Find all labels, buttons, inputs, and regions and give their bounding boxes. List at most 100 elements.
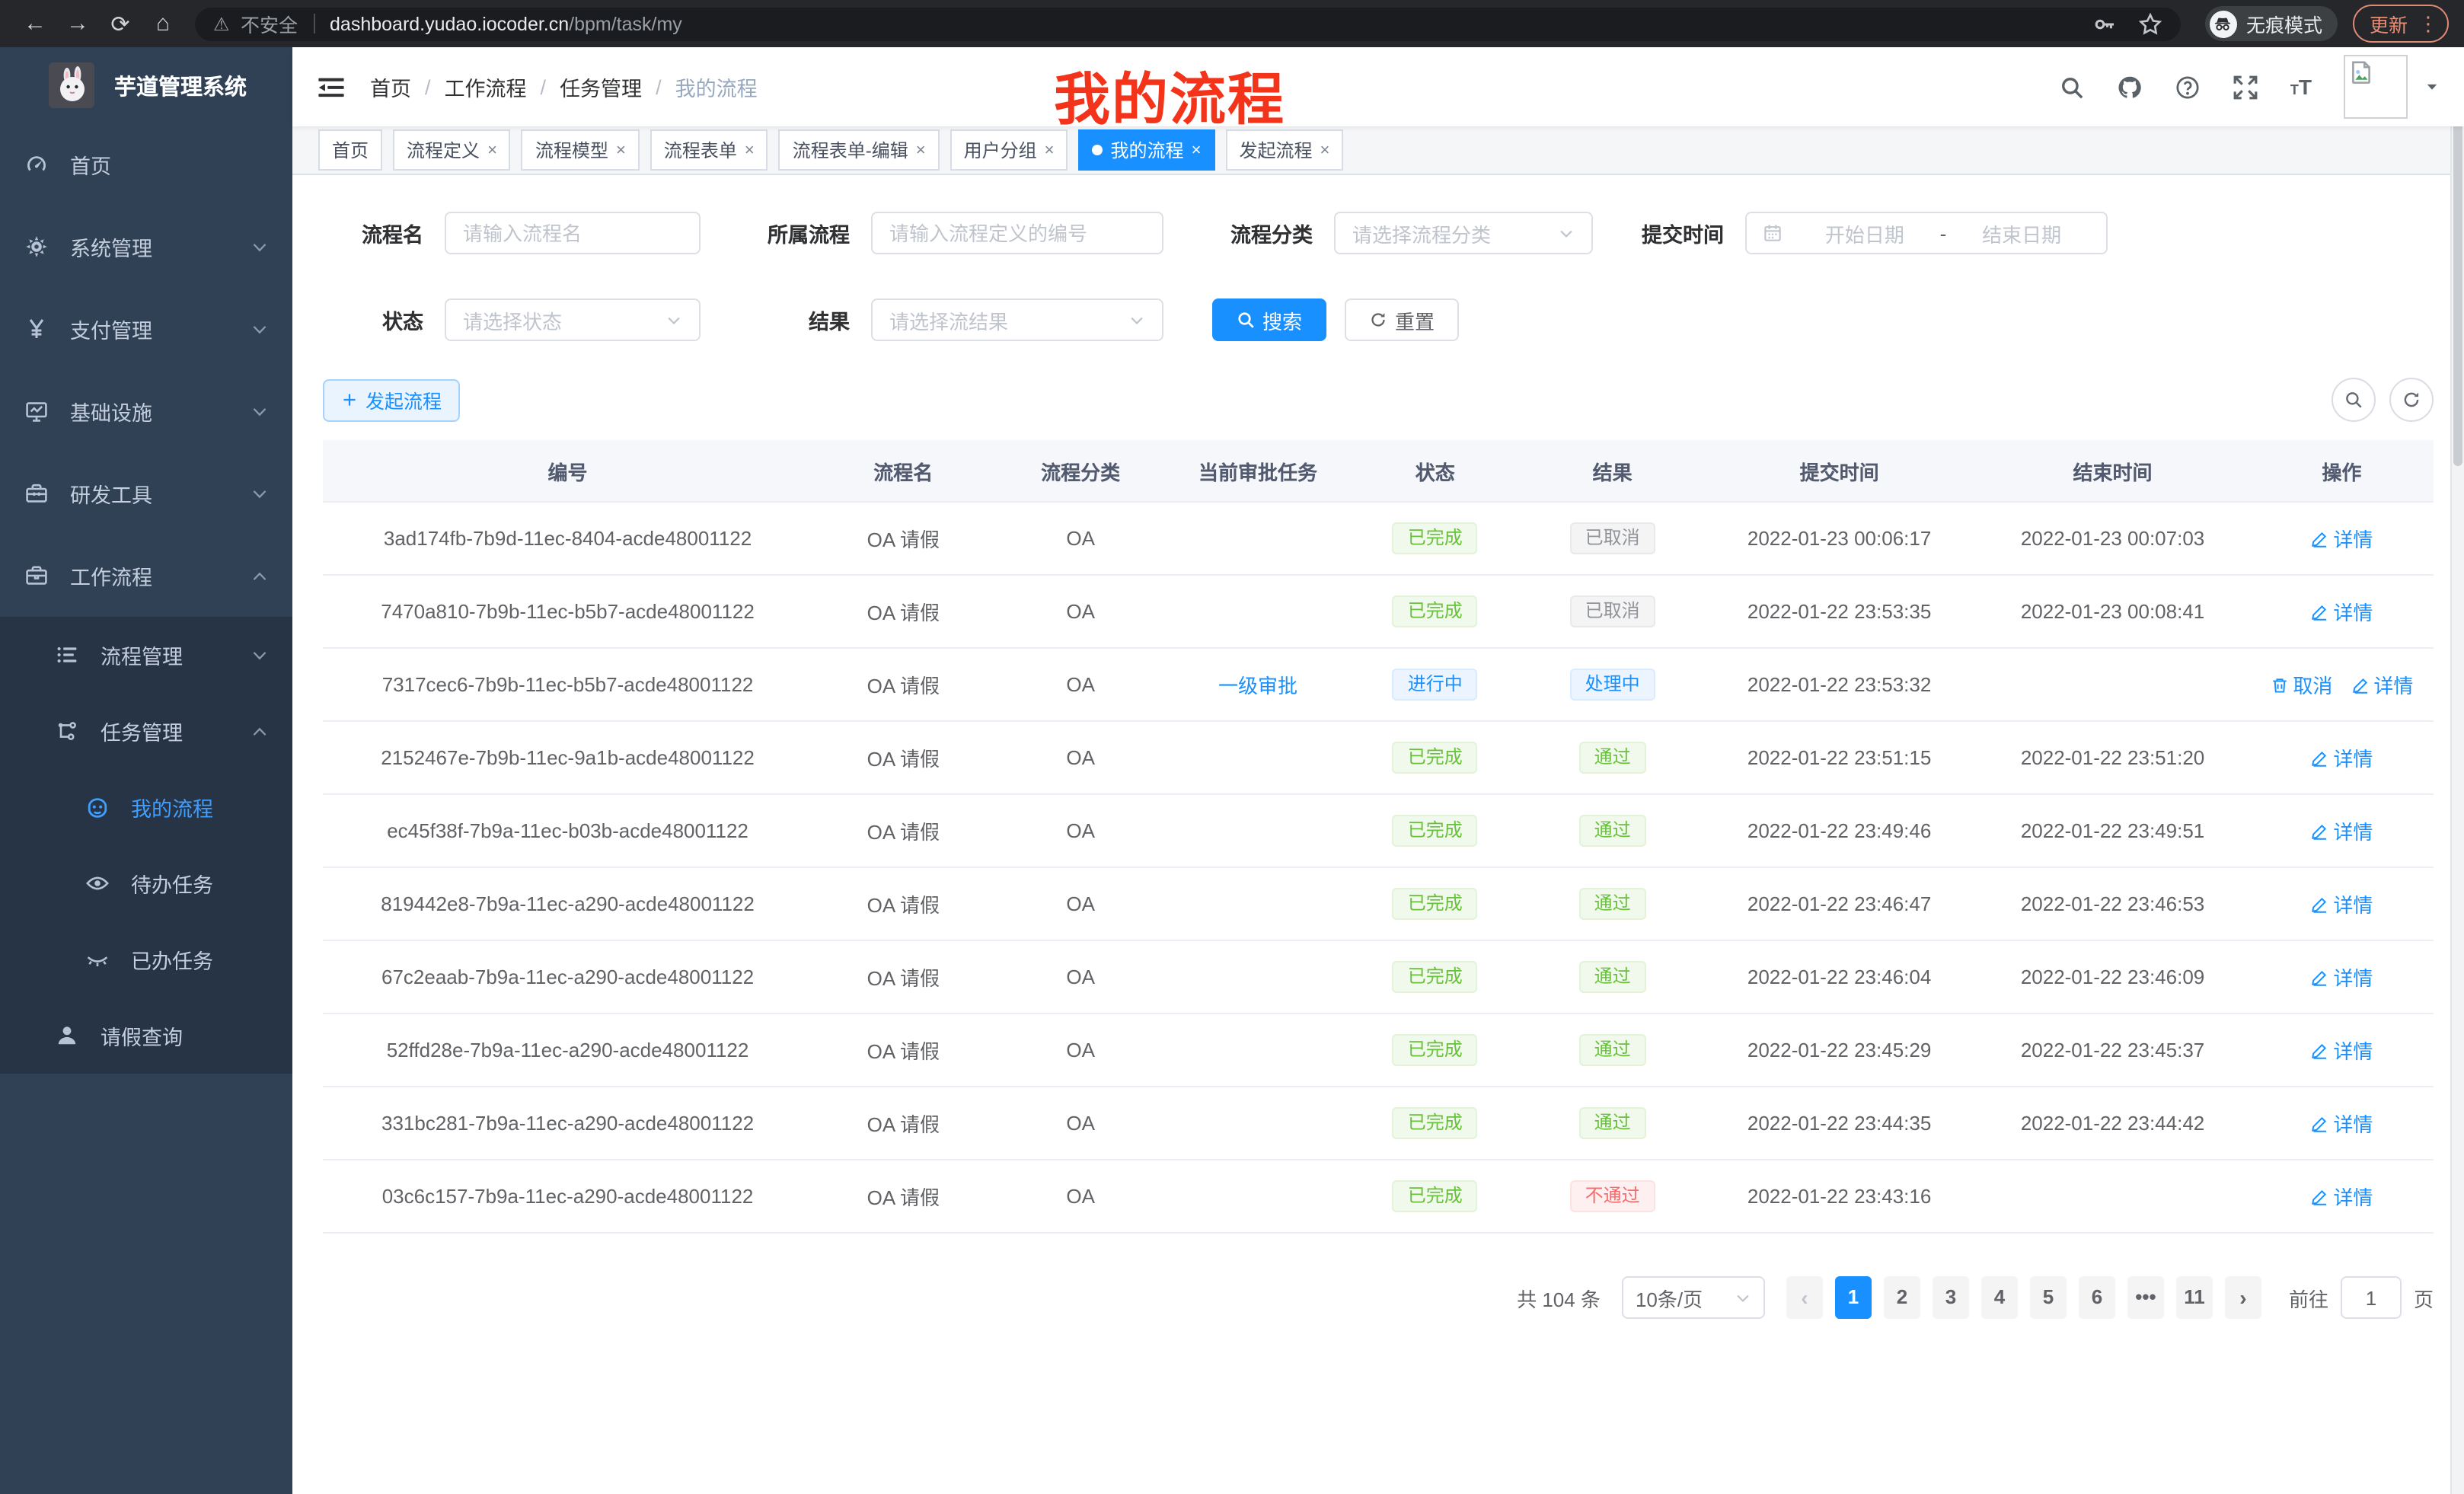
search-icon[interactable] [2059, 74, 2085, 100]
page-button-4[interactable]: 4 [1981, 1276, 2018, 1319]
goto-suffix: 页 [2414, 1283, 2434, 1312]
detail-link[interactable]: 详情 [2310, 743, 2373, 772]
close-icon[interactable]: × [745, 141, 755, 159]
sidebar-collapse-icon[interactable] [317, 72, 346, 101]
sidebar-item-my-process[interactable]: 我的流程 [0, 769, 292, 845]
detail-link[interactable]: 详情 [2310, 889, 2373, 918]
tab-start-process[interactable]: 发起流程 × [1225, 129, 1343, 171]
sidebar-item-home[interactable]: 首页 [0, 123, 292, 206]
close-icon[interactable]: × [616, 141, 626, 159]
tab-label: 我的流程 [1111, 137, 1184, 163]
github-icon[interactable] [2117, 74, 2143, 100]
tab-process-definition[interactable]: 流程定义× [393, 129, 511, 171]
detail-link[interactable]: 详情 [2351, 670, 2413, 699]
result-tag: 已取消 [1570, 522, 1655, 554]
browser-back-button[interactable]: ← [15, 4, 55, 43]
sidebar-item-done-tasks[interactable]: 已办任务 [0, 921, 292, 998]
chevron-down-icon[interactable] [2424, 79, 2440, 94]
tab-process-model[interactable]: 流程模型× [522, 129, 640, 171]
page-button-2[interactable]: 2 [1884, 1276, 1920, 1319]
chevron-down-icon [251, 403, 268, 420]
edit-icon [2310, 602, 2328, 621]
page-button-5[interactable]: 5 [2030, 1276, 2067, 1319]
page-button-6[interactable]: 6 [2079, 1276, 2115, 1319]
sidebar-item-payment[interactable]: 支付管理 [0, 288, 292, 370]
detail-link[interactable]: 详情 [2310, 524, 2373, 553]
show-search-button[interactable] [2332, 378, 2376, 422]
sidebar-item-label: 研发工具 [70, 478, 152, 509]
app-logo[interactable]: 芋道管理系统 [0, 47, 292, 123]
detail-link[interactable]: 详情 [2310, 816, 2373, 845]
fullscreen-icon[interactable] [2233, 74, 2258, 100]
tab-process-form-edit[interactable]: 流程表单-编辑× [779, 129, 940, 171]
breadcrumb-item[interactable]: 首页 [370, 72, 411, 102]
column-header: 流程名 [812, 440, 994, 502]
refresh-table-button[interactable] [2389, 378, 2434, 422]
tab-process-form[interactable]: 流程表单× [650, 129, 768, 171]
browser-reload-button[interactable]: ⟳ [101, 4, 140, 43]
close-icon[interactable]: × [1045, 141, 1055, 159]
yen-icon [24, 317, 49, 341]
detail-link[interactable]: 详情 [2310, 1036, 2373, 1065]
reset-button[interactable]: 重置 [1345, 298, 1459, 341]
tab-home[interactable]: 首页 [318, 129, 382, 171]
process-category-select[interactable]: 请选择流程分类 [1334, 212, 1593, 254]
detail-link[interactable]: 详情 [2310, 962, 2373, 991]
tab-my-process[interactable]: 我的流程 × [1079, 129, 1215, 171]
next-page-button[interactable]: › [2225, 1276, 2261, 1319]
cell-end-time [1975, 648, 2249, 721]
browser-forward-button[interactable]: → [58, 4, 97, 43]
sidebar-item-workflow[interactable]: 工作流程 [0, 535, 292, 617]
process-name-input[interactable] [445, 212, 701, 254]
page-button-3[interactable]: 3 [1933, 1276, 1969, 1319]
sidebar-item-dev-tools[interactable]: 研发工具 [0, 452, 292, 535]
start-process-button[interactable]: 发起流程 [323, 378, 460, 421]
avatar[interactable] [2344, 55, 2408, 119]
submit-time-range-picker[interactable]: 开始日期 - 结束日期 [1745, 212, 2108, 254]
sidebar-item-infrastructure[interactable]: 基础设施 [0, 370, 292, 452]
close-icon[interactable]: × [916, 141, 926, 159]
cell-category: OA [994, 1160, 1167, 1233]
column-header: 结束时间 [1975, 440, 2249, 502]
process-definition-input[interactable] [871, 212, 1163, 254]
breadcrumb-item[interactable]: 工作流程 [445, 72, 527, 102]
breadcrumb-item[interactable]: 任务管理 [560, 72, 642, 102]
page-button-1[interactable]: 1 [1835, 1276, 1872, 1319]
sidebar-item-task-management[interactable]: 任务管理 [0, 693, 292, 769]
close-icon[interactable]: × [1192, 141, 1202, 159]
goto-page-input[interactable] [2341, 1276, 2402, 1319]
font-size-icon[interactable]: TT [2290, 76, 2312, 97]
sidebar-item-todo-tasks[interactable]: 待办任务 [0, 845, 292, 921]
detail-link[interactable]: 详情 [2310, 1109, 2373, 1138]
detail-link[interactable]: 详情 [2310, 597, 2373, 626]
browser-home-button[interactable]: ⌂ [143, 4, 183, 43]
result-tag: 通过 [1579, 742, 1646, 774]
current-task-link[interactable]: 一级审批 [1218, 675, 1297, 698]
page-button-11[interactable]: 11 [2176, 1276, 2213, 1319]
help-icon[interactable] [2175, 74, 2201, 100]
status-select[interactable]: 请选择状态 [445, 298, 701, 341]
close-icon[interactable]: × [1320, 141, 1329, 159]
filter-result: 结果 请选择流结果 [749, 298, 1163, 341]
result-select[interactable]: 请选择流结果 [871, 298, 1163, 341]
close-icon[interactable]: × [487, 141, 497, 159]
cell-actions: 详情 [2250, 867, 2434, 940]
bookmark-star-icon[interactable] [2138, 11, 2162, 36]
breadcrumb-separator: / [425, 75, 431, 98]
browser-menu-icon[interactable]: ⋮ [2418, 11, 2438, 36]
sidebar-item-system[interactable]: 系统管理 [0, 206, 292, 288]
breadcrumb: 首页/工作流程/任务管理/我的流程 [370, 72, 758, 102]
browser-update-button[interactable]: 更新 ⋮ [2353, 5, 2449, 43]
detail-link[interactable]: 详情 [2310, 1182, 2373, 1211]
address-bar[interactable]: ⚠ 不安全 dashboard.yudao.iocoder.cn/bpm/tas… [195, 7, 2181, 40]
page-size-select[interactable]: 10条/页 [1622, 1276, 1765, 1319]
tab-label: 发起流程 [1239, 137, 1312, 163]
cancel-link[interactable]: 取消 [2270, 670, 2332, 699]
sidebar-item-process-management[interactable]: 流程管理 [0, 617, 292, 693]
more-pages-button[interactable]: ••• [2127, 1276, 2164, 1319]
prev-page-button[interactable]: ‹ [1786, 1276, 1823, 1319]
key-icon[interactable] [2092, 11, 2117, 36]
search-button[interactable]: 搜索 [1212, 298, 1326, 341]
sidebar-item-leave-query[interactable]: 请假查询 [0, 998, 292, 1074]
tab-user-group[interactable]: 用户分组× [950, 129, 1068, 171]
